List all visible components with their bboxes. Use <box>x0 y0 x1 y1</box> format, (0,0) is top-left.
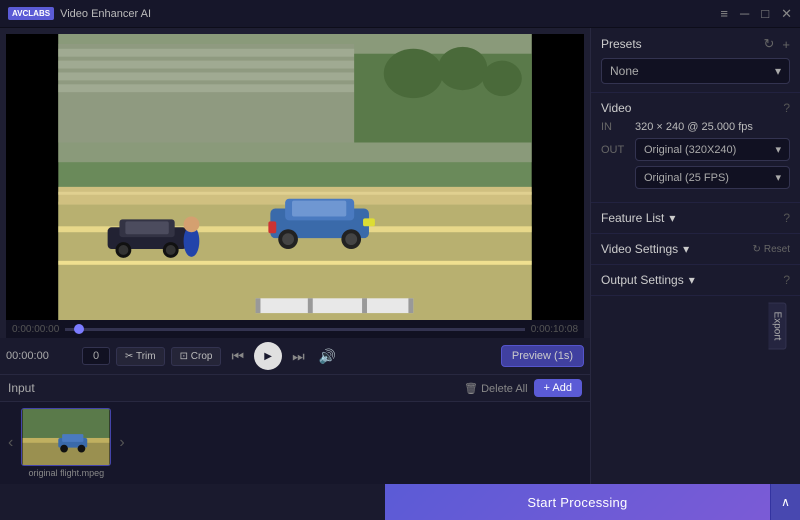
video-title: Video <box>601 101 631 115</box>
start-processing-button[interactable]: Start Processing <box>385 484 770 520</box>
resolution-chevron: ▾ <box>775 143 781 156</box>
output-settings-section[interactable]: Output Settings ▾ ? <box>591 265 800 296</box>
preview-button[interactable]: Preview (1s) <box>501 345 584 367</box>
output-settings-chevron: ▾ <box>689 273 695 287</box>
titlebar: AVCLABS Video Enhancer AI ≡ ─ □ ✕ <box>0 0 800 28</box>
volume-button[interactable]: 🔊 <box>315 346 340 367</box>
input-actions: 🗑 Delete All + Add <box>464 379 582 397</box>
menu-button[interactable]: ≡ <box>720 7 728 20</box>
timeline[interactable]: 0:00:00:00 0:00:10:08 <box>6 320 584 338</box>
video-help-icon[interactable]: ? <box>783 101 790 115</box>
logo-badge: AVCLABS <box>8 7 54 20</box>
trim-button[interactable]: ✂ Trim <box>116 347 165 366</box>
output-settings-help-icon[interactable]: ? <box>783 273 790 287</box>
output-settings-left: Output Settings ▾ <box>601 273 695 287</box>
video-info: IN 320 × 240 @ 25.000 fps OUT Original (… <box>601 121 790 189</box>
presets-header: Presets ↻ + <box>601 36 790 52</box>
presets-chevron: ▾ <box>775 64 781 78</box>
timeline-time-start: 0:00:00:00 <box>6 324 65 335</box>
fps-chevron: ▾ <box>775 171 781 184</box>
input-label: Input <box>8 381 464 395</box>
bottom-left-spacer <box>0 484 385 520</box>
app-logo: AVCLABS Video Enhancer AI <box>8 7 151 20</box>
video-settings-chevron: ▾ <box>683 242 689 256</box>
main-content: 0:00:00:00 0:00:10:08 00:00:00 0 ✂ Trim … <box>0 28 800 484</box>
controls-bar: 00:00:00 0 ✂ Trim ⊡ Crop ⏮ ▶ ⏭ 🔊 Preview… <box>0 338 590 374</box>
prev-button[interactable]: ⏮ <box>227 346 248 367</box>
time-display: 00:00:00 <box>6 350 76 362</box>
feature-list-help-icon[interactable]: ? <box>783 211 790 225</box>
fps-value: Original (25 FPS) <box>644 172 729 184</box>
video-preview <box>6 34 584 320</box>
fps-select[interactable]: Original (25 FPS) ▾ <box>635 166 790 189</box>
presets-section: Presets ↻ + None ▾ <box>591 28 800 93</box>
export-area: Export <box>591 296 800 356</box>
filmstrip: ‹ <box>0 402 590 484</box>
close-button[interactable]: ✕ <box>781 7 792 20</box>
feature-list-title: Feature List <box>601 211 664 225</box>
list-item[interactable]: original flight.mpeg <box>21 408 111 478</box>
delete-all-button[interactable]: 🗑 Delete All <box>464 379 528 397</box>
video-settings-title: Video Settings <box>601 242 678 256</box>
next-button[interactable]: ⏭ <box>288 346 309 367</box>
video-in-row: IN 320 × 240 @ 25.000 fps <box>601 121 790 133</box>
film-thumbnail <box>21 408 111 466</box>
filmstrip-prev[interactable]: ‹ <box>4 434 17 452</box>
video-fps-row: Original (25 FPS) ▾ <box>601 166 790 189</box>
reset-label: Reset <box>764 244 790 255</box>
left-panel: 0:00:00:00 0:00:10:08 00:00:00 0 ✂ Trim … <box>0 28 590 484</box>
app-title: Video Enhancer AI <box>60 8 151 20</box>
presets-add-icon[interactable]: + <box>782 37 790 52</box>
frame-display: 0 <box>82 347 110 365</box>
feature-list-chevron: ▾ <box>669 211 675 225</box>
timeline-time-end: 0:00:10:08 <box>525 324 584 335</box>
reset-button[interactable]: ↻ Reset <box>752 244 790 255</box>
video-settings-right: ↻ Reset <box>752 244 790 255</box>
presets-selected: None <box>610 64 639 78</box>
input-section: Input 🗑 Delete All + Add ‹ <box>0 374 590 484</box>
timeline-track[interactable] <box>65 328 524 331</box>
feature-list-section[interactable]: Feature List ▾ ? <box>591 203 800 234</box>
input-header: Input 🗑 Delete All + Add <box>0 375 590 402</box>
minimize-button[interactable]: ─ <box>740 7 749 20</box>
reset-icon: ↻ <box>752 244 760 255</box>
bottom-bar: Start Processing ∧ <box>0 484 800 520</box>
right-panel: Presets ↻ + None ▾ Video ? IN 320 × 240 … <box>590 28 800 484</box>
window-controls: ≡ ─ □ ✕ <box>720 7 792 20</box>
maximize-button[interactable]: □ <box>761 7 769 20</box>
timeline-thumb[interactable] <box>74 324 84 334</box>
export-tab[interactable]: Export <box>769 303 787 350</box>
video-settings-left: Video Settings ▾ <box>601 242 689 256</box>
video-out-row: OUT Original (320X240) ▾ <box>601 138 790 161</box>
video-in-value: 320 × 240 @ 25.000 fps <box>635 121 753 133</box>
video-settings-section[interactable]: Video Settings ▾ ↻ Reset <box>591 234 800 265</box>
video-header: Video ? <box>601 101 790 115</box>
video-section: Video ? IN 320 × 240 @ 25.000 fps OUT Or… <box>591 93 800 203</box>
film-label: original flight.mpeg <box>21 468 111 478</box>
expand-button[interactable]: ∧ <box>770 484 800 520</box>
presets-dropdown[interactable]: None ▾ <box>601 58 790 84</box>
video-out-label: OUT <box>601 144 629 156</box>
presets-icons: ↻ + <box>764 36 791 52</box>
output-settings-title: Output Settings <box>601 273 684 287</box>
presets-refresh-icon[interactable]: ↻ <box>764 36 775 52</box>
filmstrip-next[interactable]: › <box>115 434 128 452</box>
presets-title: Presets <box>601 37 642 51</box>
feature-list-left: Feature List ▾ <box>601 211 675 225</box>
resolution-value: Original (320X240) <box>644 144 736 156</box>
crop-button[interactable]: ⊡ Crop <box>171 347 222 366</box>
play-button[interactable]: ▶ <box>254 342 282 370</box>
add-button[interactable]: + Add <box>534 379 582 397</box>
resolution-select[interactable]: Original (320X240) ▾ <box>635 138 790 161</box>
video-in-label: IN <box>601 121 629 133</box>
